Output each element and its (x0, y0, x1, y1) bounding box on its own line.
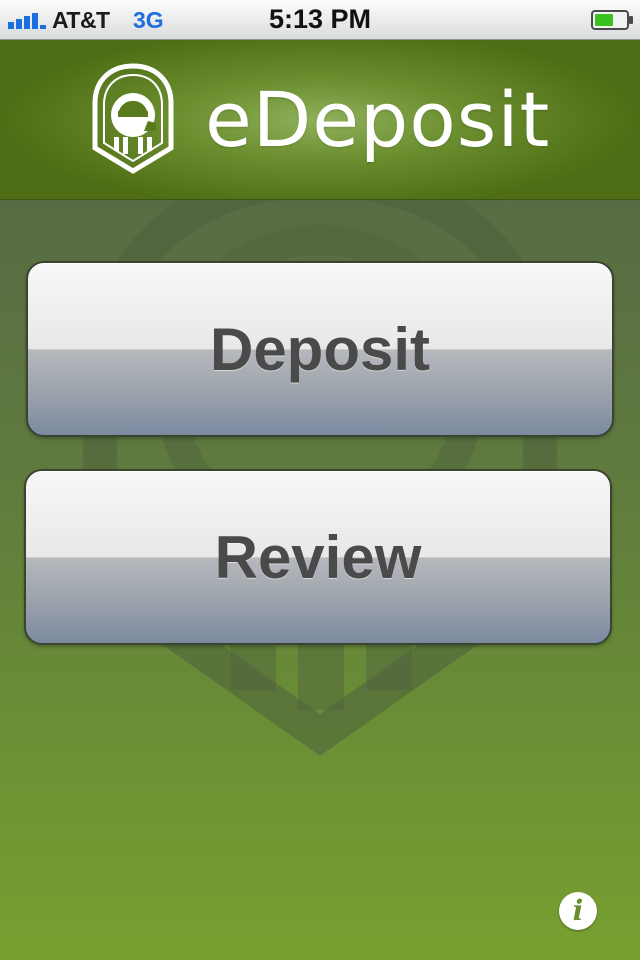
edeposit-logo-icon (92, 63, 174, 174)
battery-icon (591, 10, 633, 30)
info-icon: i (572, 894, 584, 927)
app-header: eDeposit (0, 40, 640, 200)
review-button[interactable]: Review (24, 469, 612, 645)
deposit-button[interactable]: Deposit (26, 261, 614, 437)
app-title: eDeposit (205, 75, 551, 164)
clock: 5:13 PM (268, 4, 372, 34)
status-bar: AT&T 3G 5:13 PM (0, 0, 640, 40)
info-button[interactable]: i (559, 892, 597, 930)
deposit-button-label: Deposit (209, 315, 431, 383)
main-menu: Deposit Review i (0, 200, 640, 960)
review-button-label: Review (214, 523, 422, 591)
